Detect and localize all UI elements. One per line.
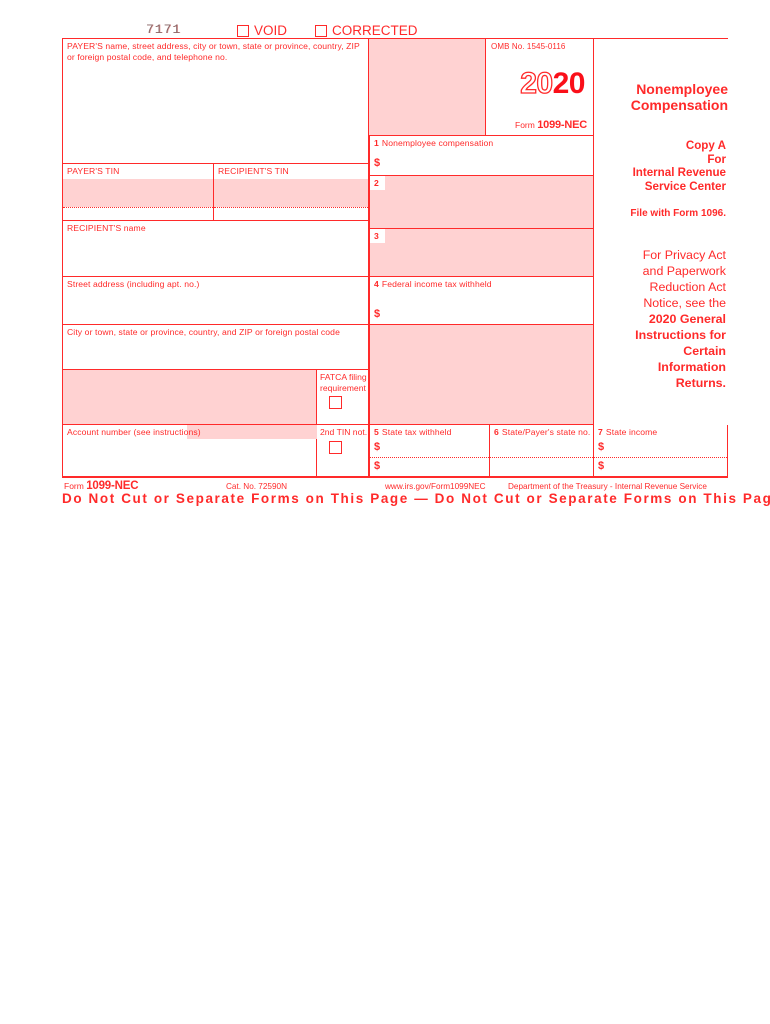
footer-department: Department of the Treasury - Internal Re… (508, 482, 707, 491)
box-5-dollar-sign-2: $ (374, 460, 381, 472)
second-tin-checkbox[interactable] (329, 440, 342, 454)
box-1-label-row: 1 Nonemployee compensation (370, 136, 593, 149)
form-designation: Form 1099-NEC (515, 119, 587, 131)
payer-tin-label: PAYER'S TIN (67, 166, 120, 176)
recipient-tin-fill (214, 179, 368, 207)
privacy-act-notice: For Privacy Act and Paperwork Reduction … (594, 221, 726, 391)
file-with-form-1096: File with Form 1096. (630, 208, 726, 219)
payer-address-label-line1: PAYER'S name, street address, city or to… (67, 41, 360, 51)
form-word: Form (515, 120, 535, 130)
box-6-label-row: 6 State/Payer's state no. (490, 425, 593, 438)
box-1-label: Nonemployee compensation (381, 138, 494, 148)
form-1099-nec: 7171 VOID CORRECTED PAYER'S name, street… (62, 18, 770, 508)
box-1-number: 1 (374, 138, 379, 148)
account-number-label: Account number (see instructions) (67, 427, 201, 437)
recipient-name-box[interactable]: RECIPIENT'S name (62, 221, 369, 277)
form-number: 1099-NEC (537, 119, 587, 131)
form-footer: Form 1099-NEC Cat. No. 72590N www.irs.go… (62, 477, 770, 508)
footer-form-word: Form (64, 481, 84, 491)
copy-a-irs-line2: Service Center (644, 179, 726, 193)
omb-year-box: OMB No. 1545-0116 2020 Form 1099-NEC (486, 39, 594, 136)
box-6-state-payer-state-no[interactable]: 6 State/Payer's state no. (490, 425, 594, 477)
copy-a-for: For (707, 152, 726, 166)
box-1-dollar-sign: $ (374, 157, 381, 169)
second-tin-notice-box[interactable]: 2nd TIN not. (317, 425, 369, 477)
recipient-name-label: RECIPIENT'S name (67, 223, 146, 233)
box-3[interactable]: 3 (369, 229, 594, 277)
copy-a-heading-block: Copy A For Internal Revenue Service Cent… (594, 39, 726, 193)
copy-a-label: Copy A (685, 139, 726, 152)
privacy-bold-2: Instructions for (635, 327, 726, 342)
privacy-bold-1: 2020 General (648, 311, 726, 326)
box-5-dollar-sign-1: $ (374, 441, 381, 453)
recipient-tin-label: RECIPIENT'S TIN (218, 166, 289, 176)
recipient-tin-box[interactable]: RECIPIENT'S TIN (214, 164, 369, 221)
copy-a-column: Copy A For Internal Revenue Service Cent… (594, 39, 728, 477)
box-2[interactable]: 2 (369, 176, 594, 229)
fatca-label-line1: FATCA filing (320, 372, 367, 382)
corrected-checkbox-group[interactable]: CORRECTED (315, 23, 418, 38)
box-4-dollar-sign: $ (374, 308, 381, 320)
box-6-number: 6 (494, 427, 499, 437)
payer-pink-spacer (369, 39, 486, 136)
box-5-dotted-rule (370, 457, 489, 458)
tax-year-suffix: 20 (552, 67, 586, 100)
corrected-label: CORRECTED (332, 23, 418, 38)
footer-catalog-number: Cat. No. 72590N (226, 482, 287, 491)
form-body-grid: PAYER'S name, street address, city or to… (62, 38, 728, 477)
privacy-bold-5: Returns. (675, 375, 726, 390)
tax-year: 2020 (520, 67, 586, 100)
box-5-state-tax-withheld[interactable]: 5 State tax withheld $ $ (369, 425, 490, 477)
box-4-federal-income-tax-withheld[interactable]: 4 Federal income tax withheld $ (369, 277, 594, 325)
recipient-street-label: Street address (including apt. no.) (67, 279, 200, 289)
payer-address-box[interactable]: PAYER'S name, street address, city or to… (62, 39, 369, 164)
box-4-label-row: 4 Federal income tax withheld (370, 277, 593, 290)
fatca-filing-requirement-box[interactable]: FATCA filing requirement (317, 370, 369, 425)
privacy-bold-3: Certain (683, 343, 726, 358)
void-checkbox-group[interactable]: VOID (237, 23, 287, 38)
privacy-line-2: and Paperwork (642, 263, 726, 278)
payer-tin-fill (63, 179, 213, 207)
recipient-street-box[interactable]: Street address (including apt. no.) (62, 277, 369, 325)
box-4-number: 4 (374, 279, 379, 289)
account-number-box[interactable]: Account number (see instructions) (62, 425, 318, 477)
blank-pink-band (62, 370, 317, 425)
box-6-label: State/Payer's state no. (501, 427, 591, 437)
recipient-tin-dotted-rule (214, 207, 368, 208)
do-not-cut-notice: Do Not Cut or Separate Forms on This Pag… (62, 491, 770, 506)
second-tin-label: 2nd TIN not. (320, 427, 368, 437)
box-6-dotted-rule (490, 457, 593, 458)
box-2-number: 2 (370, 176, 385, 190)
tax-year-prefix: 20 (520, 67, 554, 100)
omb-number: OMB No. 1545-0116 (491, 42, 566, 51)
corrected-checkbox[interactable] (315, 24, 327, 37)
fatca-label-line2: requirement (320, 382, 366, 393)
void-label: VOID (254, 23, 288, 38)
form-top-strip: 7171 VOID CORRECTED (62, 18, 728, 38)
box-5-label-row: 5 State tax withheld (370, 425, 489, 438)
privacy-line-1: For Privacy Act (642, 247, 726, 262)
box-4-label: Federal income tax withheld (381, 279, 492, 289)
box-1-nonemployee-compensation[interactable]: 1 Nonemployee compensation $ (369, 136, 594, 176)
payer-tin-box[interactable]: PAYER'S TIN (62, 164, 214, 221)
privacy-line-4: Notice, see the (643, 295, 726, 310)
form-serial-number: 7171 (146, 22, 182, 37)
fatca-checkbox[interactable] (329, 396, 342, 409)
recipient-city-box[interactable]: City or town, state or province, country… (62, 325, 369, 370)
void-checkbox[interactable] (237, 24, 249, 37)
privacy-bold-4: Information (657, 359, 726, 374)
box-4-pink-filler (369, 325, 594, 425)
recipient-city-label: City or town, state or province, country… (67, 327, 340, 337)
footer-irs-url[interactable]: www.irs.gov/Form1099NEC (385, 482, 486, 491)
box-3-number: 3 (370, 229, 385, 243)
box-5-label: State tax withheld (381, 427, 452, 437)
copy-a-irs-line1: Internal Revenue (632, 166, 726, 179)
payer-tin-dotted-rule (63, 207, 213, 208)
privacy-line-3: Reduction Act (649, 279, 726, 294)
box-5-number: 5 (374, 427, 379, 437)
payer-address-label-line2: or foreign postal code, and telephone no… (67, 52, 228, 62)
